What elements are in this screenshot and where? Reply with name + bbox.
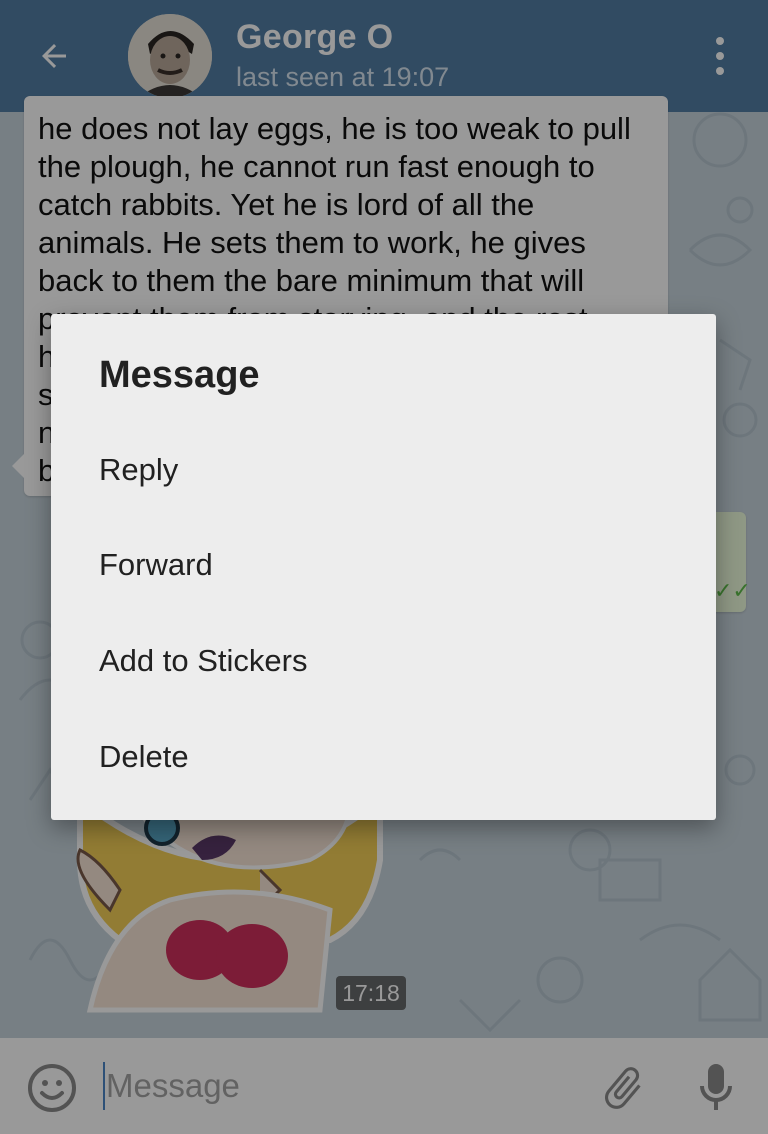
forward-option[interactable]: Forward — [51, 517, 716, 613]
reply-option[interactable]: Reply — [51, 422, 716, 518]
message-actions-dialog: Message Reply Forward Add to Stickers De… — [51, 314, 716, 820]
add-to-stickers-option[interactable]: Add to Stickers — [51, 613, 716, 709]
delete-option[interactable]: Delete — [51, 709, 716, 805]
dialog-title: Message — [99, 354, 260, 396]
